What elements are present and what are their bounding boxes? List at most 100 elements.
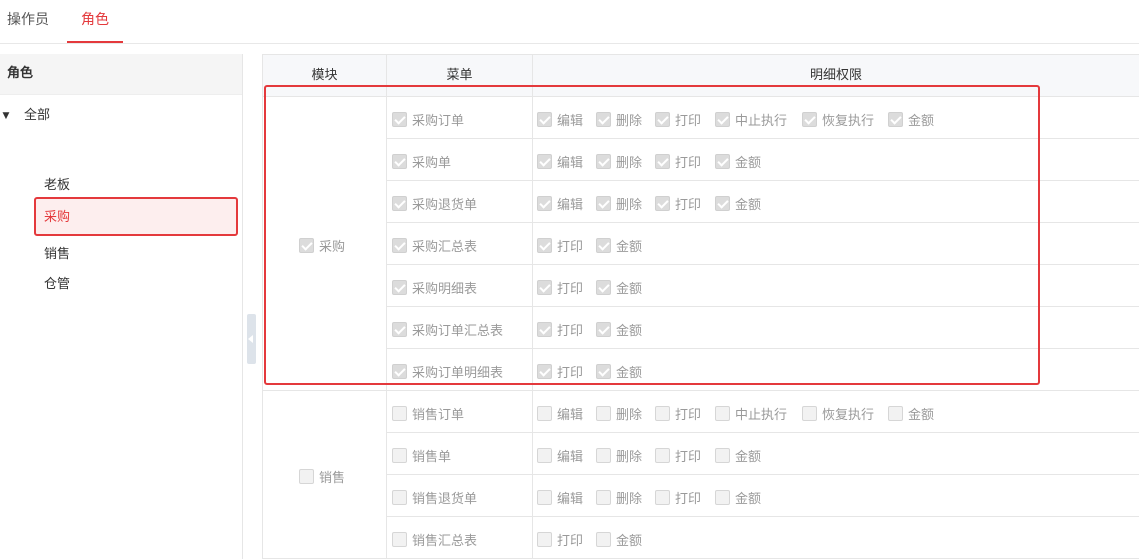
permission-checkbox[interactable]: 恢复执行 (802, 404, 874, 423)
checked-box-icon[interactable] (715, 154, 730, 169)
unchecked-box-icon[interactable] (596, 532, 611, 547)
unchecked-box-icon[interactable] (596, 406, 611, 421)
permission-checkbox[interactable]: 删除 (596, 110, 642, 129)
permission-checkbox[interactable]: 打印 (655, 446, 701, 465)
unchecked-box-icon[interactable] (655, 448, 670, 463)
checked-box-icon[interactable] (392, 238, 407, 253)
module-checkbox[interactable]: 采购 (299, 236, 345, 255)
permission-checkbox[interactable]: 打印 (537, 362, 583, 381)
unchecked-box-icon[interactable] (392, 532, 407, 547)
permission-checkbox[interactable]: 打印 (655, 194, 701, 213)
permission-checkbox[interactable]: 金额 (715, 194, 761, 213)
checked-box-icon[interactable] (596, 196, 611, 211)
permission-checkbox[interactable]: 删除 (596, 488, 642, 507)
checked-box-icon[interactable] (596, 280, 611, 295)
unchecked-box-icon[interactable] (392, 490, 407, 505)
checked-box-icon[interactable] (392, 196, 407, 211)
checked-box-icon[interactable] (596, 238, 611, 253)
menu-checkbox[interactable]: 采购明细表 (392, 278, 477, 297)
permission-checkbox[interactable]: 恢复执行 (802, 110, 874, 129)
unchecked-box-icon[interactable] (299, 469, 314, 484)
collapse-handle[interactable] (247, 314, 256, 364)
permission-checkbox[interactable]: 打印 (537, 320, 583, 339)
tree-item-warehouse[interactable]: 仓管 (36, 273, 236, 297)
permission-checkbox[interactable]: 打印 (655, 488, 701, 507)
permission-checkbox[interactable]: 金额 (888, 404, 934, 423)
menu-checkbox[interactable]: 采购单 (392, 152, 451, 171)
caret-down-icon[interactable]: ▼ (0, 104, 12, 128)
menu-checkbox[interactable]: 采购汇总表 (392, 236, 477, 255)
permission-checkbox[interactable]: 金额 (888, 110, 934, 129)
permission-checkbox[interactable]: 编辑 (537, 152, 583, 171)
menu-checkbox[interactable]: 采购订单汇总表 (392, 320, 503, 339)
checked-box-icon[interactable] (596, 154, 611, 169)
module-checkbox[interactable]: 销售 (299, 467, 345, 486)
permission-checkbox[interactable]: 打印 (655, 404, 701, 423)
checked-box-icon[interactable] (715, 112, 730, 127)
checked-box-icon[interactable] (596, 364, 611, 379)
unchecked-box-icon[interactable] (392, 406, 407, 421)
permission-checkbox[interactable]: 打印 (537, 530, 583, 549)
checked-box-icon[interactable] (392, 364, 407, 379)
permission-checkbox[interactable]: 金额 (596, 278, 642, 297)
unchecked-box-icon[interactable] (537, 448, 552, 463)
permission-checkbox[interactable]: 删除 (596, 194, 642, 213)
checked-box-icon[interactable] (802, 112, 817, 127)
checked-box-icon[interactable] (299, 238, 314, 253)
permission-checkbox[interactable]: 中止执行 (715, 404, 787, 423)
tree-item-boss[interactable]: 老板 (36, 174, 236, 198)
checked-box-icon[interactable] (655, 196, 670, 211)
tree-item-purchase[interactable]: 采购 (34, 197, 238, 236)
checked-box-icon[interactable] (392, 112, 407, 127)
checked-box-icon[interactable] (537, 112, 552, 127)
unchecked-box-icon[interactable] (715, 448, 730, 463)
unchecked-box-icon[interactable] (802, 406, 817, 421)
permission-checkbox[interactable]: 编辑 (537, 404, 583, 423)
checked-box-icon[interactable] (392, 322, 407, 337)
permission-checkbox[interactable]: 金额 (596, 530, 642, 549)
permission-checkbox[interactable]: 删除 (596, 404, 642, 423)
unchecked-box-icon[interactable] (392, 448, 407, 463)
permission-checkbox[interactable]: 打印 (537, 278, 583, 297)
checked-box-icon[interactable] (537, 154, 552, 169)
permission-checkbox[interactable]: 金额 (715, 488, 761, 507)
unchecked-box-icon[interactable] (715, 490, 730, 505)
menu-checkbox[interactable]: 销售汇总表 (392, 530, 477, 549)
checked-box-icon[interactable] (655, 154, 670, 169)
checked-box-icon[interactable] (596, 112, 611, 127)
checked-box-icon[interactable] (537, 322, 552, 337)
checked-box-icon[interactable] (537, 196, 552, 211)
permission-checkbox[interactable]: 金额 (596, 236, 642, 255)
checked-box-icon[interactable] (392, 154, 407, 169)
menu-checkbox[interactable]: 销售退货单 (392, 488, 477, 507)
unchecked-box-icon[interactable] (596, 490, 611, 505)
menu-checkbox[interactable]: 采购订单明细表 (392, 362, 503, 381)
unchecked-box-icon[interactable] (655, 490, 670, 505)
permission-checkbox[interactable]: 金额 (596, 362, 642, 381)
menu-checkbox[interactable]: 销售订单 (392, 404, 464, 423)
unchecked-box-icon[interactable] (655, 406, 670, 421)
permission-checkbox[interactable]: 编辑 (537, 194, 583, 213)
unchecked-box-icon[interactable] (888, 406, 903, 421)
permission-checkbox[interactable]: 编辑 (537, 110, 583, 129)
permission-checkbox[interactable]: 金额 (715, 446, 761, 465)
checked-box-icon[interactable] (392, 280, 407, 295)
tab-role[interactable]: 角色 (67, 0, 123, 43)
unchecked-box-icon[interactable] (537, 532, 552, 547)
menu-checkbox[interactable]: 销售单 (392, 446, 451, 465)
permission-checkbox[interactable]: 打印 (655, 110, 701, 129)
menu-checkbox[interactable]: 采购订单 (392, 110, 464, 129)
checked-box-icon[interactable] (537, 238, 552, 253)
unchecked-box-icon[interactable] (537, 490, 552, 505)
permission-checkbox[interactable]: 打印 (537, 236, 583, 255)
checked-box-icon[interactable] (537, 364, 552, 379)
permission-checkbox[interactable]: 编辑 (537, 446, 583, 465)
checked-box-icon[interactable] (596, 322, 611, 337)
permission-checkbox[interactable]: 金额 (596, 320, 642, 339)
permission-checkbox[interactable]: 金额 (715, 152, 761, 171)
tab-operator[interactable]: 操作员 (7, 0, 49, 43)
menu-checkbox[interactable]: 采购退货单 (392, 194, 477, 213)
permission-checkbox[interactable]: 删除 (596, 152, 642, 171)
permission-checkbox[interactable]: 中止执行 (715, 110, 787, 129)
checked-box-icon[interactable] (715, 196, 730, 211)
